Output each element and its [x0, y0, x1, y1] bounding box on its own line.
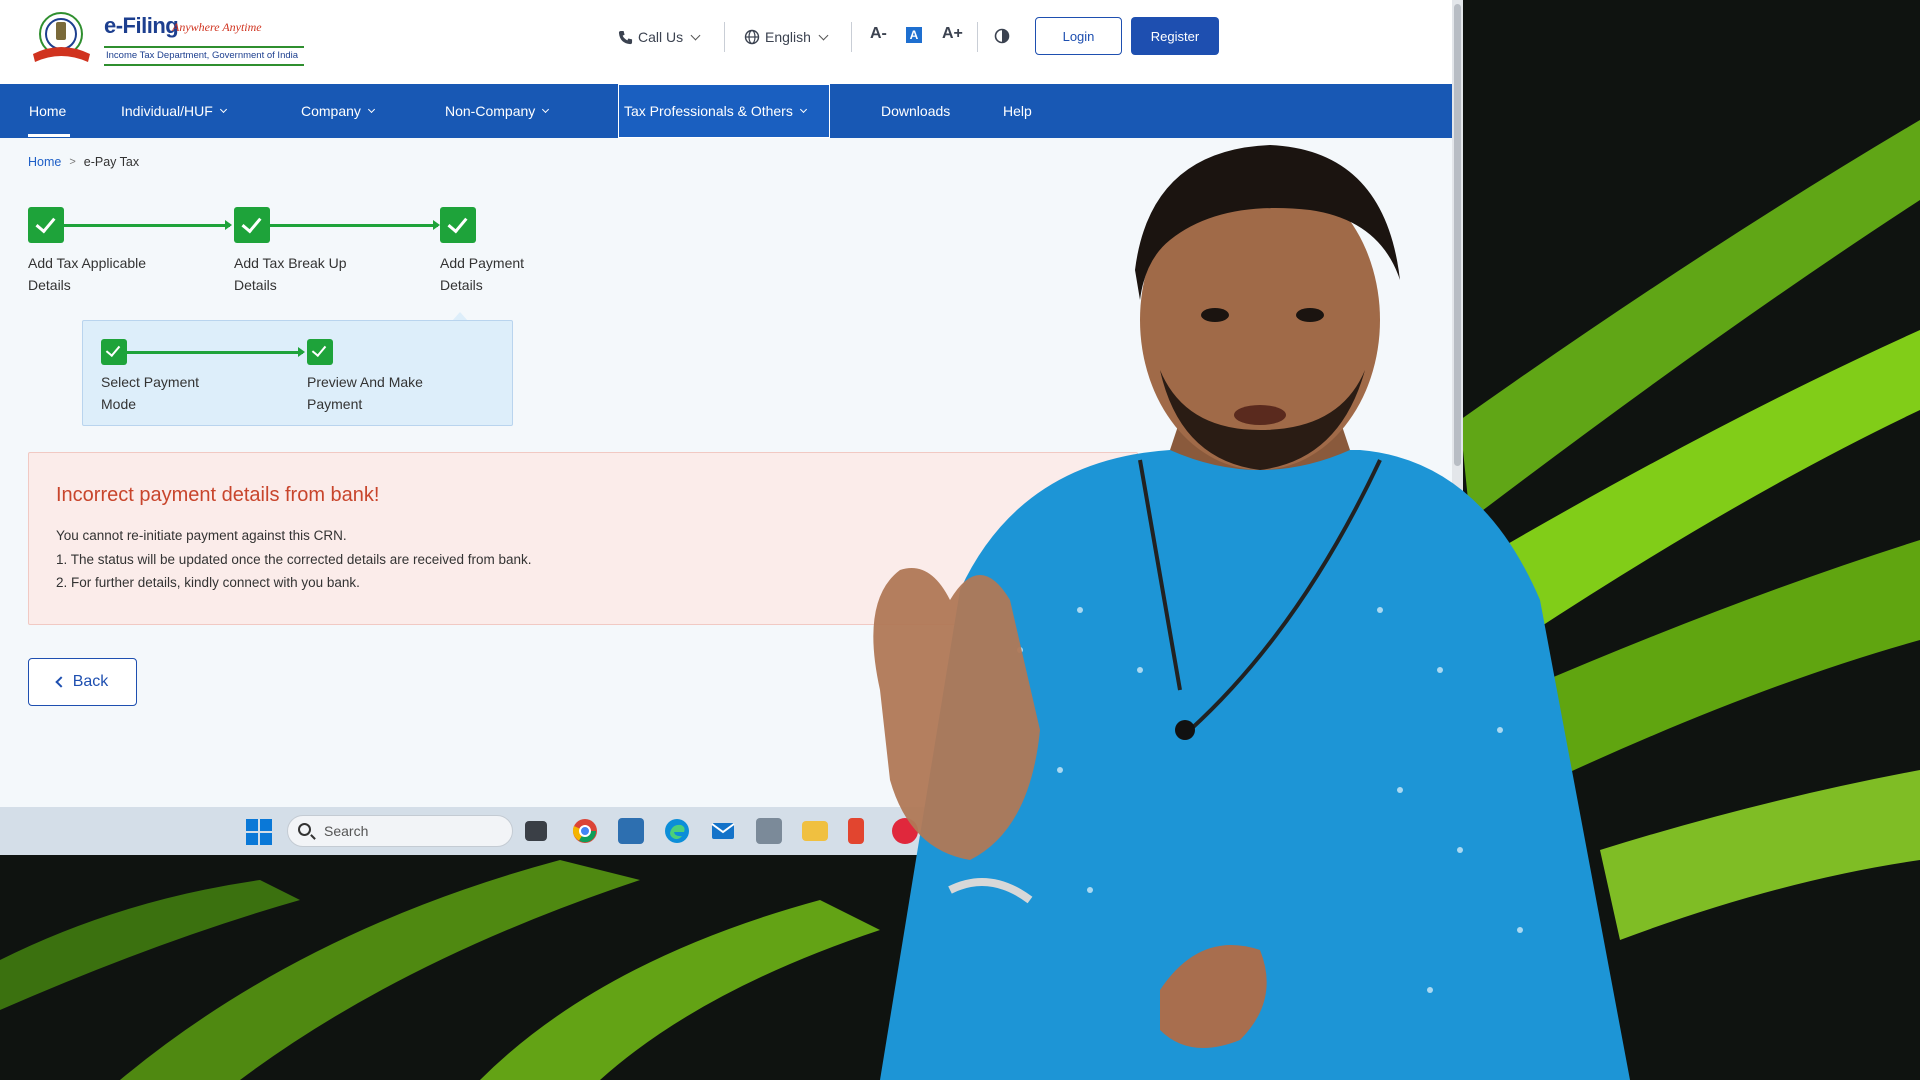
- step-label-line: Payment: [307, 396, 363, 412]
- step-1-label: Add Tax Applicable Details: [28, 252, 188, 296]
- search-icon: [298, 823, 311, 836]
- nav-label: Company: [301, 103, 361, 119]
- error-title: Incorrect payment details from bank!: [56, 484, 380, 506]
- error-point-2: 2. For further details, kindly connect w…: [56, 575, 360, 590]
- language-dropdown[interactable]: English: [744, 26, 829, 48]
- substep-1-label: Select Payment Mode: [101, 371, 261, 415]
- step-3-label: Add Payment Details: [440, 252, 600, 296]
- payment-substep-panel: Select Payment Mode Preview And Make Pay…: [82, 320, 513, 426]
- step-label-line: Add Tax Break Up: [234, 255, 347, 271]
- check-icon: [35, 212, 56, 234]
- font-decrease-button[interactable]: A-: [870, 25, 887, 43]
- chevron-down-icon: [542, 105, 550, 113]
- logo-title: e-Filing: [104, 13, 179, 38]
- nav-individual-huf[interactable]: Individual/HUF: [121, 84, 227, 138]
- globe-icon: [744, 29, 760, 45]
- step-label-line: Details: [28, 277, 71, 293]
- step-2-label: Add Tax Break Up Details: [234, 252, 394, 296]
- font-increase-button[interactable]: A+: [942, 25, 963, 43]
- nav-label: Tax Professionals & Others: [624, 103, 793, 119]
- step-connector: [270, 220, 440, 230]
- mail-icon[interactable]: [710, 818, 736, 844]
- font-reset-button[interactable]: A: [906, 27, 922, 43]
- breadcrumb: Home > e-Pay Tax: [28, 155, 139, 169]
- language-label: English: [765, 29, 811, 45]
- nav-label: Individual/HUF: [121, 103, 213, 119]
- phone-icon: [618, 30, 633, 44]
- nav-label: Non-Company: [445, 103, 536, 119]
- chevron-down-icon: [219, 105, 227, 113]
- step-label-line: Details: [440, 277, 483, 293]
- nav-label: Help: [1003, 103, 1032, 119]
- step-label-line: Mode: [101, 396, 137, 412]
- header-divider: [724, 22, 725, 52]
- substep-1-complete-icon: [101, 339, 127, 365]
- step-label-line: Select Payment: [101, 374, 200, 390]
- error-point-1: 1. The status will be updated once the c…: [56, 552, 532, 567]
- check-icon: [447, 212, 468, 234]
- presenter-person: [873, 145, 1630, 1080]
- step-label-line: Details: [234, 277, 277, 293]
- site-header: e-Filing Anywhere Anytime Income Tax Dep…: [0, 0, 1452, 84]
- nav-company[interactable]: Company: [301, 84, 375, 138]
- file-explorer-icon[interactable]: [802, 821, 828, 841]
- taskbar-search-placeholder: Search: [324, 823, 369, 839]
- breadcrumb-home-link[interactable]: Home: [28, 155, 61, 169]
- nav-home[interactable]: Home: [29, 84, 66, 138]
- chevron-down-icon: [690, 30, 701, 40]
- taskbar-search-input[interactable]: Search: [287, 815, 513, 847]
- step-3-complete-icon: [440, 207, 476, 243]
- breadcrumb-separator: >: [69, 156, 76, 168]
- efiling-logo[interactable]: e-Filing Anywhere Anytime Income Tax Dep…: [28, 10, 304, 66]
- call-us-label: Call Us: [638, 29, 684, 45]
- nav-label: Downloads: [881, 103, 951, 119]
- nav-non-company[interactable]: Non-Company: [445, 84, 550, 138]
- header-divider: [851, 22, 852, 52]
- back-button-label: Back: [72, 673, 109, 690]
- check-icon: [311, 341, 327, 358]
- contrast-toggle-icon[interactable]: [994, 28, 1010, 44]
- step-label-line: Add Tax Applicable: [28, 255, 147, 271]
- step-label-line: Add Payment: [440, 255, 525, 271]
- step-2-complete-icon: [234, 207, 270, 243]
- step-1-complete-icon: [28, 207, 64, 243]
- logo-subtitle: Income Tax Department, Government of Ind…: [104, 46, 304, 66]
- substep-connector: [127, 347, 305, 357]
- substep-2-complete-icon: [307, 339, 333, 365]
- photos-icon[interactable]: [618, 818, 644, 844]
- header-divider: [977, 22, 978, 52]
- chevron-down-icon: [818, 30, 829, 40]
- logo-tagline: Anywhere Anytime: [172, 20, 262, 34]
- breadcrumb-current: e-Pay Tax: [83, 155, 140, 169]
- nav-active-underline: [28, 134, 70, 137]
- nav-label: Home: [29, 103, 67, 119]
- chevron-down-icon: [799, 105, 807, 113]
- back-button[interactable]: Back: [28, 658, 137, 706]
- chrome-icon[interactable]: [572, 818, 598, 844]
- login-button[interactable]: Login: [1035, 17, 1122, 55]
- call-us-dropdown[interactable]: Call Us: [618, 26, 701, 48]
- edge-icon[interactable]: [664, 818, 690, 844]
- task-view-icon[interactable]: [525, 821, 547, 841]
- error-message: You cannot re-initiate payment against t…: [56, 528, 347, 543]
- nav-tax-professionals[interactable]: Tax Professionals & Others: [624, 84, 807, 138]
- substep-2-label: Preview And Make Payment: [307, 371, 467, 415]
- check-icon: [241, 212, 262, 234]
- step-connector: [64, 220, 232, 230]
- settings-icon[interactable]: [756, 818, 782, 844]
- windows-start-icon[interactable]: [246, 819, 272, 845]
- emblem-icon: [33, 12, 90, 62]
- chevron-left-icon: [55, 676, 67, 688]
- check-icon: [105, 341, 121, 358]
- register-button[interactable]: Register: [1131, 17, 1219, 55]
- step-label-line: Preview And Make: [307, 374, 423, 390]
- chevron-down-icon: [367, 105, 375, 113]
